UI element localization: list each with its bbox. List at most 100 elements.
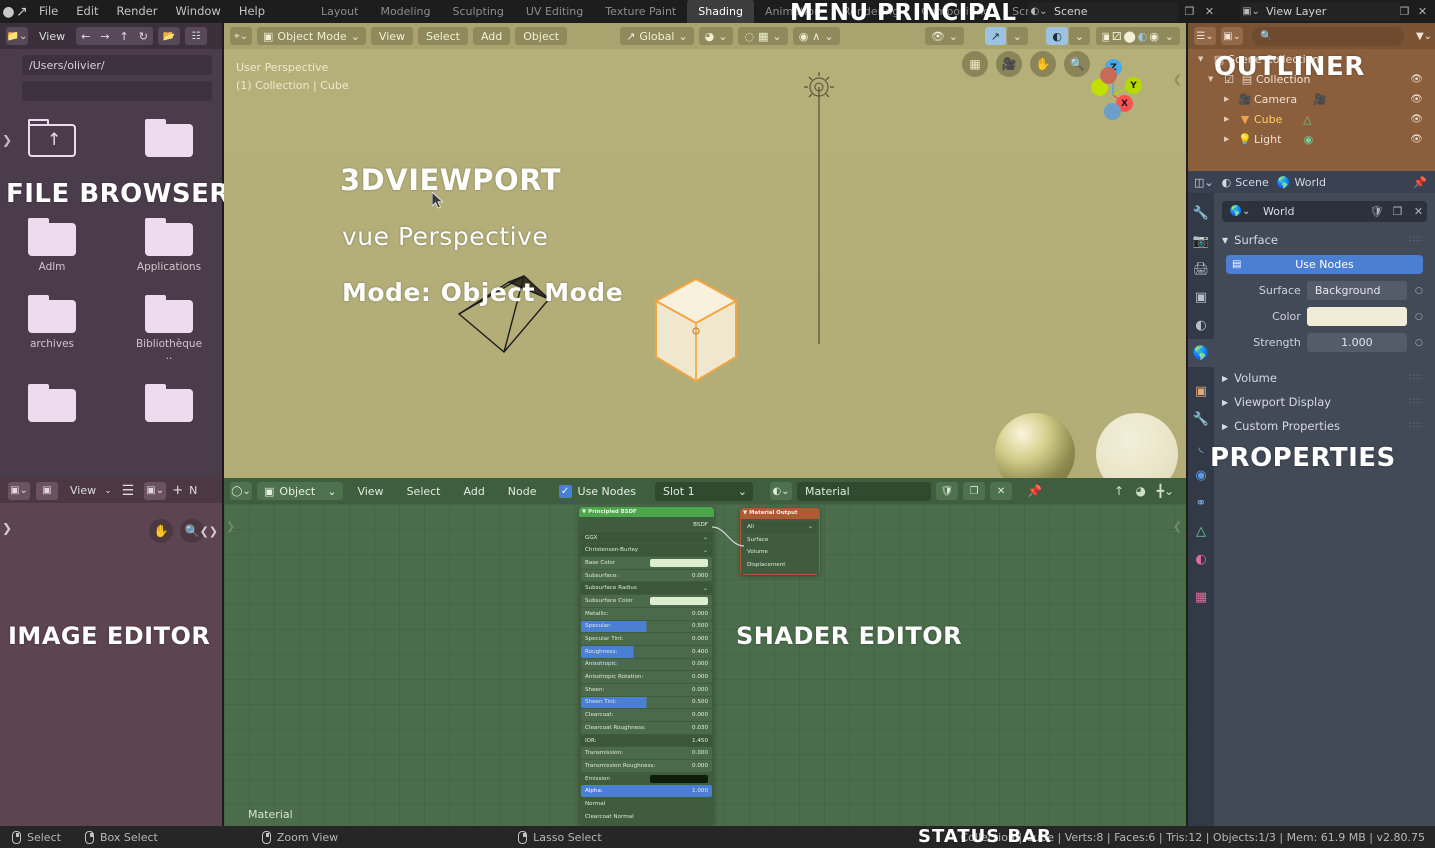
mesh-data-icon[interactable]: △ bbox=[1298, 113, 1316, 126]
overlay-icon[interactable]: ◕ bbox=[1136, 484, 1146, 498]
new-image-label[interactable]: N bbox=[189, 484, 197, 497]
file-path-input[interactable]: /Users/olivier/ bbox=[22, 55, 212, 75]
axis-y-positive[interactable]: Y bbox=[1125, 77, 1142, 94]
copy-icon[interactable]: ❐ bbox=[963, 482, 986, 500]
outliner-row-scene-collection[interactable]: ▼ ▤ Scene Collection bbox=[1188, 49, 1435, 69]
node-row-base-color[interactable]: Base Color bbox=[581, 557, 712, 569]
node-row-clearcoat-normal[interactable]: Clearcoat Normal bbox=[581, 811, 712, 823]
tab-rendering[interactable]: Rendering bbox=[832, 0, 910, 23]
properties-icon[interactable]: ◫⌄ bbox=[1194, 176, 1214, 189]
camera-data-icon[interactable]: 🎥 bbox=[1311, 93, 1329, 106]
shield-icon[interactable]: 🛡 bbox=[1368, 205, 1385, 218]
display-mode-icon[interactable]: ☷ bbox=[184, 27, 207, 45]
node-principled-bsdf[interactable]: ▼ Principled BSDF BSDF GGX Christensen-B… bbox=[579, 507, 714, 826]
scene-close-icon[interactable]: ✕ bbox=[1201, 3, 1218, 20]
node-row-alpha[interactable]: Alpha: 1.000 bbox=[581, 785, 712, 798]
menu-render[interactable]: Render bbox=[108, 0, 167, 23]
image-editor-view-menu[interactable]: View bbox=[64, 484, 102, 497]
proportional-falloff-selector[interactable]: ◉ ∧ ⌄ bbox=[792, 27, 840, 45]
file-item-6[interactable] bbox=[18, 384, 86, 427]
file-item-1[interactable] bbox=[135, 119, 203, 162]
properties-tab-scene[interactable]: ◐ bbox=[1188, 311, 1214, 339]
blender-logo-icon[interactable]: ● ↗ bbox=[0, 4, 30, 20]
expand-triangle-icon[interactable]: ▶ bbox=[1224, 115, 1236, 123]
world-name-field[interactable]: World bbox=[1258, 205, 1364, 218]
file-item-applications[interactable]: Applications bbox=[135, 218, 203, 273]
shader-node-canvas[interactable]: Material ❮ ❯ ▼ Principled BSDF BSDF GGX … bbox=[224, 504, 1186, 826]
solid-icon[interactable]: ⬤ bbox=[1123, 30, 1135, 43]
menu-edit[interactable]: Edit bbox=[67, 0, 107, 23]
axis-z-negative[interactable] bbox=[1104, 103, 1121, 120]
gizmo-toggle[interactable]: ↗ bbox=[984, 27, 1006, 45]
menu-help[interactable]: Help bbox=[230, 0, 274, 23]
properties-tab-view-layer[interactable]: ▣ bbox=[1188, 283, 1214, 311]
tab-layout[interactable]: Layout bbox=[310, 0, 369, 23]
visibility-selector[interactable]: 👁 ⌄ bbox=[924, 27, 964, 45]
pan-icon[interactable]: ✋ bbox=[149, 519, 173, 543]
file-item-archives[interactable]: archives bbox=[18, 295, 86, 362]
viewport-menu-select[interactable]: Select bbox=[418, 27, 468, 45]
arrow-up-icon[interactable]: ↑ bbox=[115, 30, 134, 43]
expand-triangle-icon[interactable]: ▼ bbox=[1208, 75, 1220, 83]
breadcrumb-scene[interactable]: ◐ Scene bbox=[1222, 176, 1269, 189]
file-item-bibliotheque[interactable]: Bibliothèque .. bbox=[135, 295, 203, 362]
visibility-eye-icon[interactable]: 👁 bbox=[1410, 114, 1423, 125]
shield-icon[interactable]: 🛡 bbox=[936, 482, 959, 500]
viewport-canvas[interactable]: User Perspective (1) Collection | Cube ▦… bbox=[224, 49, 1186, 478]
tab-shading[interactable]: Shading bbox=[687, 0, 754, 23]
slot-selector[interactable]: Slot 1 ⌄ bbox=[655, 481, 754, 501]
tab-modeling[interactable]: Modeling bbox=[369, 0, 441, 23]
copy-icon[interactable]: ❐ bbox=[1389, 205, 1406, 218]
image-icon[interactable]: ▣ bbox=[36, 481, 58, 500]
color-swatch[interactable] bbox=[650, 774, 708, 783]
arrow-left-icon[interactable]: ← bbox=[76, 30, 95, 43]
outliner-icon[interactable]: ☰⌄ bbox=[1194, 27, 1216, 45]
panel-header-viewport-display[interactable]: ▶ Viewport Display ∷∷ bbox=[1222, 392, 1427, 412]
refresh-icon[interactable]: ↻ bbox=[134, 30, 153, 43]
use-nodes-toggle[interactable]: ✓ Use Nodes bbox=[558, 484, 636, 498]
node-output-socket-row[interactable]: BSDF bbox=[581, 519, 712, 531]
outliner-row-collection[interactable]: ▼ ☑ ▤ Collection 👁 bbox=[1188, 69, 1435, 89]
animate-property-icon[interactable]: ○ bbox=[1413, 338, 1425, 348]
plus-icon[interactable]: + bbox=[172, 483, 183, 498]
properties-tab-constraints[interactable]: ⚭ bbox=[1188, 489, 1214, 517]
checkbox-icon[interactable]: ☑ bbox=[1220, 73, 1238, 86]
region-toggle-arrow-icon[interactable]: ❯ bbox=[2, 133, 12, 147]
image-editor-canvas[interactable]: ✋ 🔍 ❮❯ ❯ bbox=[0, 503, 222, 826]
close-icon[interactable]: ✕ bbox=[1410, 205, 1427, 218]
menu-file[interactable]: File bbox=[30, 0, 67, 23]
shader-menu-node[interactable]: Node bbox=[499, 485, 546, 498]
proportional-edit-toggle[interactable]: ◌ ▦ ⌄ bbox=[738, 27, 788, 45]
camera-object[interactable] bbox=[454, 264, 584, 374]
properties-tab-output[interactable]: 🖨 bbox=[1188, 255, 1214, 283]
node-row-subsurface-radius[interactable]: Subsurface Radius bbox=[581, 582, 712, 595]
overlays-options[interactable]: ⌄ bbox=[1068, 27, 1090, 45]
display-mode-icon[interactable]: ▣⌄ bbox=[1221, 27, 1243, 45]
region-toggle-arrow-icon[interactable]: ❮ bbox=[1173, 520, 1182, 533]
new-folder-icon[interactable]: 📂 bbox=[157, 27, 180, 45]
filter-icon[interactable]: ▼⌄ bbox=[1413, 27, 1435, 45]
image-editor-icon[interactable]: ▣⌄ bbox=[8, 481, 30, 500]
search-input[interactable]: 🔍 bbox=[1252, 26, 1404, 46]
wireframe-icon[interactable]: ⚂ bbox=[1112, 30, 1122, 43]
region-toggle-arrows-icon[interactable]: ❮❯ bbox=[200, 525, 218, 538]
pin-icon[interactable]: 📌 bbox=[1413, 176, 1427, 189]
node-material-output[interactable]: ▼ Material Output All Surface Volume Dis… bbox=[740, 508, 820, 575]
region-toggle-arrow-icon[interactable]: ❯ bbox=[2, 521, 12, 535]
node-row-surface[interactable]: Surface bbox=[743, 534, 817, 546]
properties-tab-texture[interactable]: ▦ bbox=[1188, 583, 1214, 611]
proportional-icon[interactable]: ╋⌄ bbox=[1157, 484, 1174, 498]
node-row-normal[interactable]: Normal bbox=[581, 798, 712, 810]
node-row-displacement[interactable]: Displacement bbox=[743, 559, 817, 571]
file-item-adlm[interactable]: Adlm bbox=[18, 218, 86, 273]
world-color-swatch[interactable] bbox=[1306, 307, 1407, 326]
surface-type-dropdown[interactable]: Background bbox=[1306, 281, 1407, 300]
node-row-specular-tint[interactable]: Specular Tint: 0.000 bbox=[581, 633, 712, 645]
node-row-sheen[interactable]: Sheen: 0.000 bbox=[581, 683, 712, 696]
node-row-ior[interactable]: IOR: 1.450 bbox=[581, 734, 712, 747]
expand-triangle-icon[interactable]: ▶ bbox=[1224, 135, 1236, 143]
navigation-axis-gizmo[interactable]: Z Y X bbox=[1078, 57, 1148, 127]
properties-tab-world[interactable]: 🌎 bbox=[1188, 339, 1214, 367]
panel-header-volume[interactable]: ▶ Volume ∷∷ bbox=[1222, 368, 1427, 388]
node-header[interactable]: ▼ Principled BSDF bbox=[579, 507, 714, 517]
